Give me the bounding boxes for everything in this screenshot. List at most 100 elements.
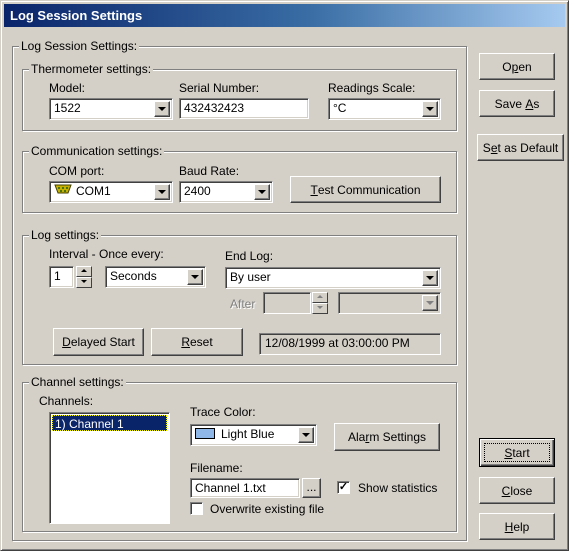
alarm-settings-label-pre: Ala	[347, 430, 366, 444]
save-as-label-pre: Save	[494, 96, 526, 111]
open-label-pre: O	[502, 59, 512, 74]
trace-color-dropdown[interactable]: Light Blue	[190, 424, 317, 446]
channels-listbox[interactable]: 1) Channel 1	[49, 412, 170, 524]
reset-label: eset	[189, 335, 213, 349]
log-settings-legend: Log settings:	[29, 228, 102, 242]
filename-field[interactable]: Channel 1.txt	[190, 478, 300, 498]
overwrite-file-checkbox[interactable]	[190, 502, 203, 515]
window-title: Log Session Settings	[10, 8, 143, 23]
after-unit-dropdown[interactable]	[338, 292, 441, 314]
channel-list-item-label: 1) Channel 1	[55, 417, 124, 431]
delayed-start-mnemonic: D	[62, 335, 71, 349]
save-as-mnemonic: A	[525, 96, 534, 111]
open-mnemonic: p	[511, 59, 519, 74]
interval-unit-dropdown[interactable]: Seconds	[105, 266, 206, 288]
title-bar[interactable]: Log Session Settings	[4, 4, 565, 27]
baud-rate-label: Baud Rate:	[179, 164, 240, 178]
chevron-down-icon[interactable]	[187, 269, 203, 285]
show-statistics-label: Show statistics	[358, 481, 438, 495]
com-port-label: COM port:	[49, 164, 105, 178]
spin-down-icon[interactable]	[312, 303, 328, 314]
trace-color-label: Trace Color:	[190, 405, 256, 419]
filename-label: Filename:	[190, 461, 243, 475]
after-value-field[interactable]	[263, 292, 311, 314]
test-communication-button[interactable]: Test Communication	[290, 176, 441, 203]
chevron-down-icon[interactable]	[254, 184, 270, 200]
save-as-button[interactable]: Save As	[479, 90, 555, 117]
chevron-down-icon[interactable]	[422, 101, 438, 117]
delayed-start-button[interactable]: Delayed Start	[53, 328, 144, 356]
close-mnemonic: C	[501, 483, 511, 498]
test-communication-label: est Communication	[317, 182, 421, 197]
spin-down-icon[interactable]	[76, 277, 92, 288]
serial-number-field[interactable]: 432432423	[179, 98, 309, 119]
interval-value: 1	[54, 269, 61, 283]
after-label: After	[230, 297, 256, 311]
channel-list-item[interactable]: 1) Channel 1	[52, 415, 167, 431]
close-label: lose	[510, 483, 533, 498]
delayed-start-time: 12/08/1999 at 03:00:00 PM	[265, 336, 410, 350]
help-button[interactable]: Help	[479, 513, 555, 540]
thermometer-settings-legend: Thermometer settings:	[29, 62, 154, 76]
interval-label: Interval - Once every:	[49, 247, 164, 261]
open-button[interactable]: Op en	[479, 53, 555, 80]
channels-label: Channels:	[39, 394, 94, 408]
chevron-down-icon[interactable]	[154, 101, 170, 117]
model-label: Model:	[49, 81, 86, 95]
end-log-value: By user	[230, 270, 271, 284]
readings-scale-label: Readings Scale:	[328, 81, 416, 95]
baud-rate-value: 2400	[184, 184, 211, 198]
chevron-down-icon[interactable]	[154, 184, 170, 200]
readings-scale-dropdown[interactable]: °C	[328, 98, 441, 120]
chevron-down-icon[interactable]	[298, 427, 314, 443]
show-statistics-checkbox[interactable]: ✓	[337, 481, 350, 494]
dialog-window: Log Session Settings Log Session Setting…	[0, 0, 569, 551]
alarm-settings-label-rest: m Settings	[369, 430, 427, 444]
delayed-start-label: elayed Start	[70, 335, 135, 349]
focus-rect	[484, 443, 550, 462]
model-value: 1522	[54, 101, 81, 115]
chevron-down-icon[interactable]	[422, 295, 438, 311]
checkmark-icon: ✓	[338, 481, 349, 493]
communication-settings-legend: Communication settings:	[29, 144, 165, 158]
close-button[interactable]: Close	[479, 477, 555, 504]
help-mnemonic: H	[504, 519, 514, 534]
trace-color-value: Light Blue	[221, 427, 275, 441]
filename-value: Channel 1.txt	[195, 481, 266, 495]
after-spinner[interactable]	[312, 292, 328, 314]
alarm-settings-button[interactable]: Ala r m Settings	[334, 423, 440, 451]
interval-spinner[interactable]	[76, 266, 92, 288]
interval-unit-value: Seconds	[110, 269, 157, 283]
com-port-dropdown[interactable]: COM1	[49, 181, 173, 203]
browse-label: ...	[306, 480, 317, 494]
test-communication-mnemonic: T	[310, 182, 318, 197]
help-label: elp	[513, 519, 530, 534]
start-button[interactable]: Start	[479, 438, 555, 467]
browse-button[interactable]: ...	[302, 478, 321, 498]
readings-scale-value: °C	[333, 101, 347, 115]
overwrite-file-label: Overwrite existing file	[210, 502, 325, 516]
spin-up-icon[interactable]	[76, 266, 92, 277]
spin-up-icon[interactable]	[312, 292, 328, 303]
com-port-value: COM1	[76, 184, 111, 198]
serial-port-icon	[54, 184, 72, 194]
color-swatch-icon	[195, 428, 215, 439]
delayed-start-time-display: 12/08/1999 at 03:00:00 PM	[259, 333, 441, 355]
reset-mnemonic: R	[181, 335, 190, 349]
open-label-rest: en	[518, 59, 532, 74]
serial-number-value: 432432423	[184, 101, 245, 115]
set-default-label-pre: S	[482, 140, 491, 155]
serial-number-label: Serial Number:	[179, 81, 260, 95]
chevron-down-icon[interactable]	[422, 270, 438, 286]
end-log-dropdown[interactable]: By user	[225, 267, 441, 289]
baud-rate-dropdown[interactable]: 2400	[179, 181, 273, 203]
reset-button[interactable]: Reset	[151, 328, 243, 356]
end-log-label: End Log:	[225, 249, 274, 263]
set-default-mnemonic: e	[490, 140, 498, 155]
set-as-default-button[interactable]: Set as Default	[477, 134, 564, 161]
channel-settings-legend: Channel settings:	[29, 375, 126, 389]
save-as-label-rest: s	[533, 96, 540, 111]
set-default-label-rest: t as Default	[497, 140, 559, 155]
model-dropdown[interactable]: 1522	[49, 98, 173, 120]
interval-value-field[interactable]: 1	[49, 266, 74, 288]
